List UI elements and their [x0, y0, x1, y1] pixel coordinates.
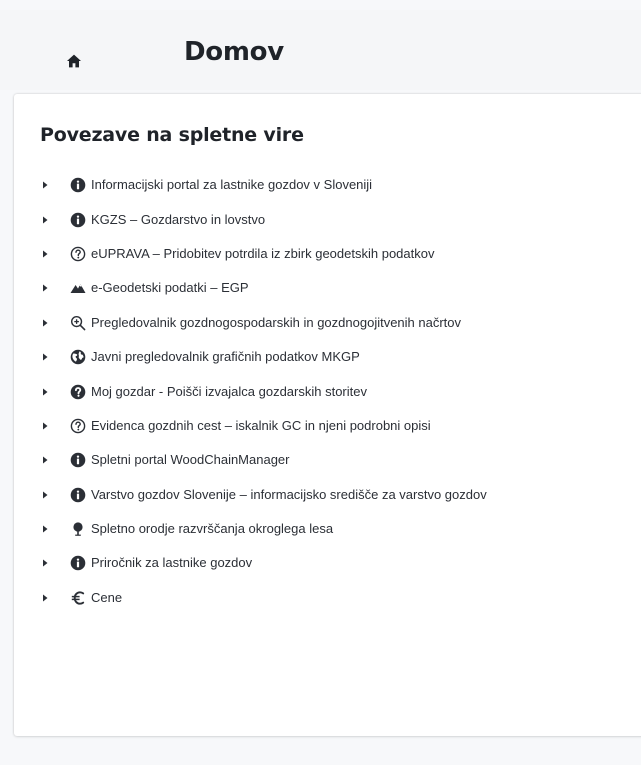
section-title: Povezave na spletne vire — [40, 124, 304, 146]
info-circle-icon — [70, 556, 86, 571]
zoom-in-icon — [70, 315, 86, 331]
caret-right-icon — [43, 594, 48, 602]
link-label: Pregledovalnik gozdnogospodarskih in goz… — [91, 314, 462, 330]
link-item[interactable]: Evidenca gozdnih cest – iskalnik GC in n… — [40, 409, 640, 443]
caret-right-icon — [43, 319, 48, 327]
question-circle-outline-icon — [70, 246, 86, 262]
caret-right-icon — [43, 388, 48, 396]
caret-right-icon — [43, 181, 48, 189]
caret-right-icon — [43, 250, 48, 258]
caret-right-icon — [43, 284, 48, 292]
link-item[interactable]: Varstvo gozdov Slovenije – informacijsko… — [40, 478, 640, 512]
caret-right-icon — [43, 456, 48, 464]
link-item[interactable]: Javni pregledovalnik grafičnih podatkov … — [40, 340, 640, 374]
page-title: Domov — [184, 37, 284, 67]
link-label: Varstvo gozdov Slovenije – informacijsko… — [91, 486, 487, 502]
link-item[interactable]: Pregledovalnik gozdnogospodarskih in goz… — [40, 306, 640, 340]
link-label: Evidenca gozdnih cest – iskalnik GC in n… — [91, 417, 431, 433]
caret-right-icon — [43, 216, 48, 224]
link-label: Informacijski portal za lastnike gozdov … — [91, 177, 373, 193]
link-label: e-Geodetski podatki – EGP — [91, 280, 249, 296]
link-item[interactable]: e-Geodetski podatki – EGP — [40, 271, 640, 305]
euro-icon — [71, 591, 85, 605]
link-item[interactable]: Informacijski portal za lastnike gozdov … — [40, 168, 640, 202]
link-item[interactable]: eUPRAVA – Pridobitev potrdila iz zbirk g… — [40, 237, 640, 271]
link-label: Priročnik za lastnike gozdov — [91, 555, 253, 571]
question-circle-filled-icon — [70, 384, 86, 399]
caret-right-icon — [43, 491, 48, 499]
link-item[interactable]: Priročnik za lastnike gozdov — [40, 546, 640, 580]
link-label: Spletni portal WoodChainManager — [91, 452, 290, 468]
link-label: Moj gozdar - Poišči izvajalca gozdarskih… — [91, 383, 367, 399]
link-label: Spletno orodje razvrščanja okroglega les… — [91, 521, 334, 537]
caret-right-icon — [43, 422, 48, 430]
caret-right-icon — [43, 353, 48, 361]
link-item[interactable]: Spletni portal WoodChainManager — [40, 443, 640, 477]
header: Domov — [0, 10, 641, 90]
link-item[interactable]: Cene — [40, 581, 640, 615]
info-circle-icon — [70, 453, 86, 468]
info-circle-icon — [70, 212, 86, 227]
link-label: Cene — [91, 589, 123, 605]
link-label: eUPRAVA – Pridobitev potrdila iz zbirk g… — [91, 245, 435, 261]
link-label: KGZS – Gozdarstvo in lovstvo — [91, 211, 266, 227]
link-item[interactable]: KGZS – Gozdarstvo in lovstvo — [40, 202, 640, 236]
caret-right-icon — [43, 525, 48, 533]
link-item[interactable]: Moj gozdar - Poišči izvajalca gozdarskih… — [40, 374, 640, 408]
links-list: Informacijski portal za lastnike gozdov … — [40, 168, 640, 615]
caret-right-icon — [43, 559, 48, 567]
page: Domov Povezave na spletne vire Informaci… — [0, 0, 641, 765]
info-circle-icon — [70, 487, 86, 503]
question-circle-outline-icon — [70, 418, 86, 434]
links-card: Povezave na spletne vire Informacijski p… — [14, 94, 641, 736]
mountains-icon — [70, 284, 86, 294]
link-label: Javni pregledovalnik grafičnih podatkov … — [91, 349, 360, 365]
globe-icon — [70, 349, 86, 365]
info-circle-icon — [70, 177, 86, 193]
link-item[interactable]: Spletno orodje razvrščanja okroglega les… — [40, 512, 640, 546]
home-icon[interactable] — [66, 53, 82, 69]
tree-icon — [73, 522, 83, 536]
